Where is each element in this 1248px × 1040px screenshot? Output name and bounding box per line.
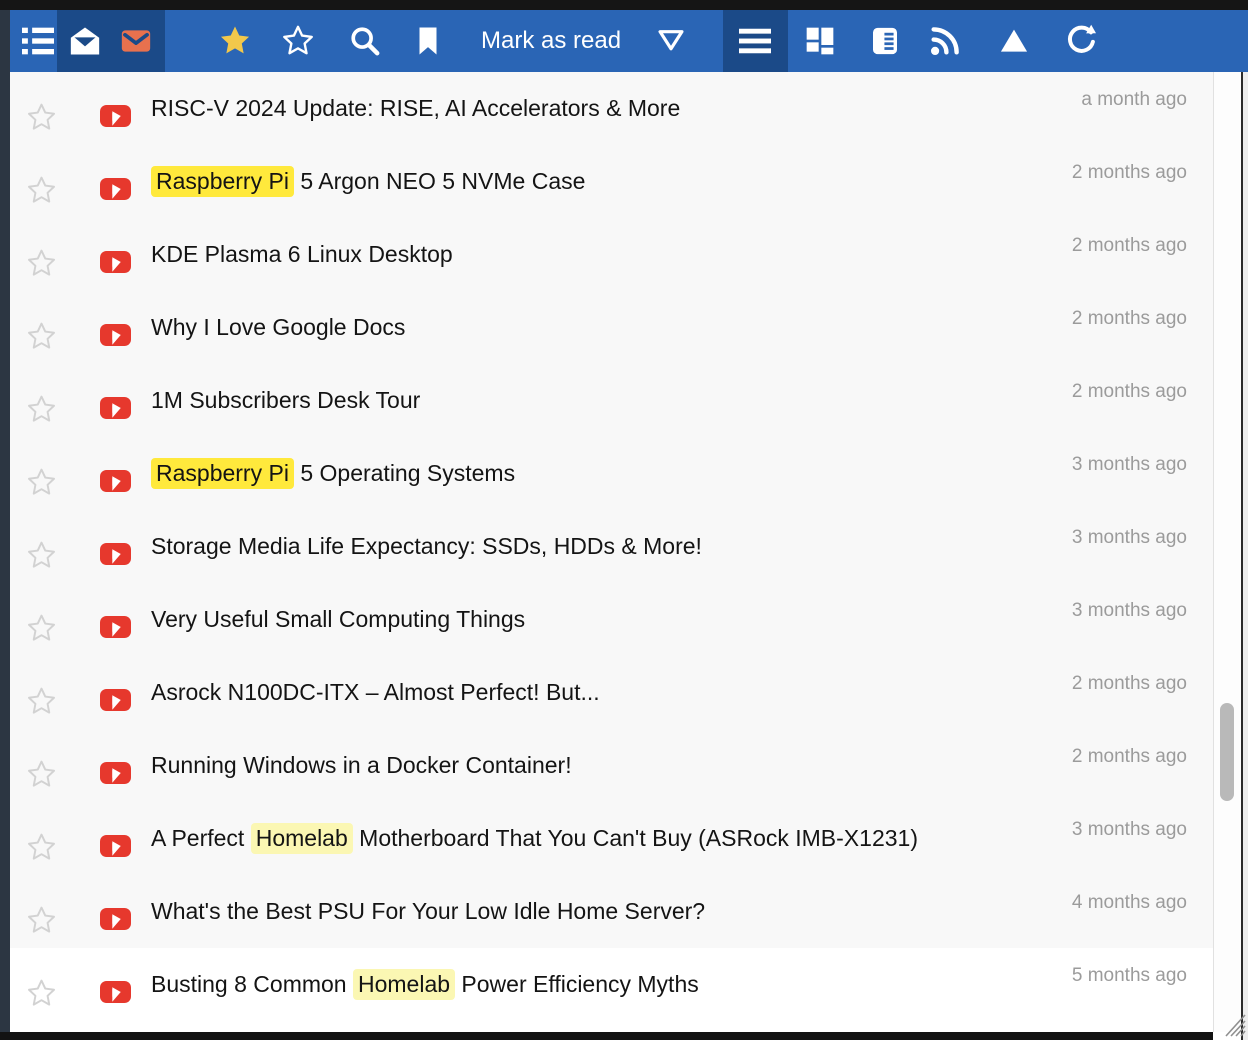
youtube-play-icon xyxy=(100,762,131,784)
youtube-play-icon xyxy=(100,105,131,127)
menu-icon[interactable] xyxy=(738,24,772,58)
star-toggle-icon[interactable] xyxy=(26,978,57,1009)
youtube-play-icon xyxy=(100,178,131,200)
window-right-edge xyxy=(1243,72,1248,1040)
feed-list-item[interactable]: A Perfect Homelab Motherboard That You C… xyxy=(10,802,1213,875)
feed-list-item[interactable]: Raspberry Pi 5 Operating Systems 3 month… xyxy=(10,437,1213,510)
rss-icon[interactable] xyxy=(928,24,962,58)
item-title: A Perfect Homelab Motherboard That You C… xyxy=(151,823,918,853)
mark-as-read-label: Mark as read xyxy=(481,27,621,55)
star-toggle-icon[interactable] xyxy=(26,175,57,206)
item-age: 2 months ago xyxy=(1072,381,1187,403)
search-highlight: Raspberry Pi xyxy=(151,166,294,197)
feed-list-item[interactable]: Raspberry Pi 5 Argon NEO 5 NVMe Case 2 m… xyxy=(10,145,1213,218)
layout-grid-icon[interactable] xyxy=(803,24,837,58)
feed-list-item[interactable]: Busting 8 Common Homelab Power Efficienc… xyxy=(10,948,1213,1021)
item-title: Why I Love Google Docs xyxy=(151,312,405,342)
feed-list-item[interactable]: Running Windows in a Docker Container! 2… xyxy=(10,729,1213,802)
search-highlight: Raspberry Pi xyxy=(151,458,294,489)
youtube-play-icon xyxy=(100,616,131,638)
star-toggle-icon[interactable] xyxy=(26,832,57,863)
feed-list-item[interactable]: 1M Subscribers Desk Tour 2 months ago xyxy=(10,364,1213,437)
bookmark-icon[interactable] xyxy=(411,24,445,58)
item-age: 2 months ago xyxy=(1072,235,1187,257)
scrollbar-track[interactable] xyxy=(1213,72,1241,1032)
open-envelope-icon[interactable] xyxy=(68,24,102,58)
scroll-top-triangle-icon[interactable] xyxy=(997,24,1031,58)
window-left-border xyxy=(0,10,10,1040)
youtube-play-icon xyxy=(100,397,131,419)
item-title: Raspberry Pi 5 Operating Systems xyxy=(151,458,515,488)
star-outline-icon[interactable] xyxy=(281,24,315,58)
youtube-play-icon xyxy=(100,835,131,857)
star-toggle-icon[interactable] xyxy=(26,540,57,571)
toolbar: Mark as read xyxy=(10,10,1248,72)
item-age: 5 months ago xyxy=(1072,965,1187,987)
star-filled-icon[interactable] xyxy=(218,24,252,58)
youtube-play-icon xyxy=(100,324,131,346)
item-age: 2 months ago xyxy=(1072,308,1187,330)
item-title: RISC-V 2024 Update: RISE, AI Accelerator… xyxy=(151,93,680,123)
star-toggle-icon[interactable] xyxy=(26,686,57,717)
star-toggle-icon[interactable] xyxy=(26,467,57,498)
feed-list-item[interactable]: What's the Best PSU For Your Low Idle Ho… xyxy=(10,875,1213,948)
search-icon[interactable] xyxy=(348,24,382,58)
star-toggle-icon[interactable] xyxy=(26,321,57,352)
feed-list-item[interactable]: Very Useful Small Computing Things 3 mon… xyxy=(10,583,1213,656)
youtube-play-icon xyxy=(100,543,131,565)
item-age: 3 months ago xyxy=(1072,527,1187,549)
youtube-play-icon xyxy=(100,251,131,273)
item-age: 3 months ago xyxy=(1072,600,1187,622)
item-title: Running Windows in a Docker Container! xyxy=(151,750,572,780)
item-title: Busting 8 Common Homelab Power Efficienc… xyxy=(151,969,699,999)
item-title: Asrock N100DC-ITX – Almost Perfect! But.… xyxy=(151,677,600,707)
item-age: 2 months ago xyxy=(1072,746,1187,768)
item-title: Storage Media Life Expectancy: SSDs, HDD… xyxy=(151,531,702,561)
resize-grip-icon[interactable] xyxy=(1216,1004,1246,1037)
item-title: Very Useful Small Computing Things xyxy=(151,604,525,634)
item-title: Raspberry Pi 5 Argon NEO 5 NVMe Case xyxy=(151,166,585,196)
star-toggle-icon[interactable] xyxy=(26,394,57,425)
window-bottom-border xyxy=(0,1032,1213,1040)
list-view-icon[interactable] xyxy=(21,24,55,58)
feed-list-item[interactable]: Why I Love Google Docs 2 months ago xyxy=(10,291,1213,364)
star-toggle-icon[interactable] xyxy=(26,613,57,644)
feed-list-item[interactable]: KDE Plasma 6 Linux Desktop 2 months ago xyxy=(10,218,1213,291)
item-title: 1M Subscribers Desk Tour xyxy=(151,385,420,415)
feed-list-item[interactable]: Asrock N100DC-ITX – Almost Perfect! But.… xyxy=(10,656,1213,729)
item-title: What's the Best PSU For Your Low Idle Ho… xyxy=(151,896,705,926)
item-age: 3 months ago xyxy=(1072,454,1187,476)
feed-reader-window: Mark as read xyxy=(0,0,1248,1040)
list-tail xyxy=(10,1021,1213,1032)
star-toggle-icon[interactable] xyxy=(26,759,57,790)
star-toggle-icon[interactable] xyxy=(26,102,57,133)
feed-list: RISC-V 2024 Update: RISE, AI Accelerator… xyxy=(10,72,1213,1032)
mark-as-read-button[interactable]: Mark as read xyxy=(481,10,687,72)
item-age: 2 months ago xyxy=(1072,673,1187,695)
refresh-icon[interactable] xyxy=(1064,24,1098,58)
item-age: a month ago xyxy=(1081,89,1187,111)
filter-funnel-icon[interactable] xyxy=(655,25,687,57)
item-age: 4 months ago xyxy=(1072,892,1187,914)
item-age: 2 months ago xyxy=(1072,162,1187,184)
item-age: 3 months ago xyxy=(1072,819,1187,841)
scrollbar-thumb[interactable] xyxy=(1220,703,1234,801)
search-highlight: Homelab xyxy=(251,823,353,854)
youtube-play-icon xyxy=(100,689,131,711)
item-title: KDE Plasma 6 Linux Desktop xyxy=(151,239,453,269)
feed-list-item[interactable]: RISC-V 2024 Update: RISE, AI Accelerator… xyxy=(10,72,1213,145)
star-toggle-icon[interactable] xyxy=(26,248,57,279)
unread-envelope-icon[interactable] xyxy=(119,24,153,58)
search-highlight: Homelab xyxy=(353,969,455,1000)
youtube-play-icon xyxy=(100,981,131,1003)
youtube-play-icon xyxy=(100,470,131,492)
feed-list-item[interactable]: Storage Media Life Expectancy: SSDs, HDD… xyxy=(10,510,1213,583)
star-toggle-icon[interactable] xyxy=(26,905,57,936)
youtube-play-icon xyxy=(100,908,131,930)
article-card-icon[interactable] xyxy=(868,24,902,58)
